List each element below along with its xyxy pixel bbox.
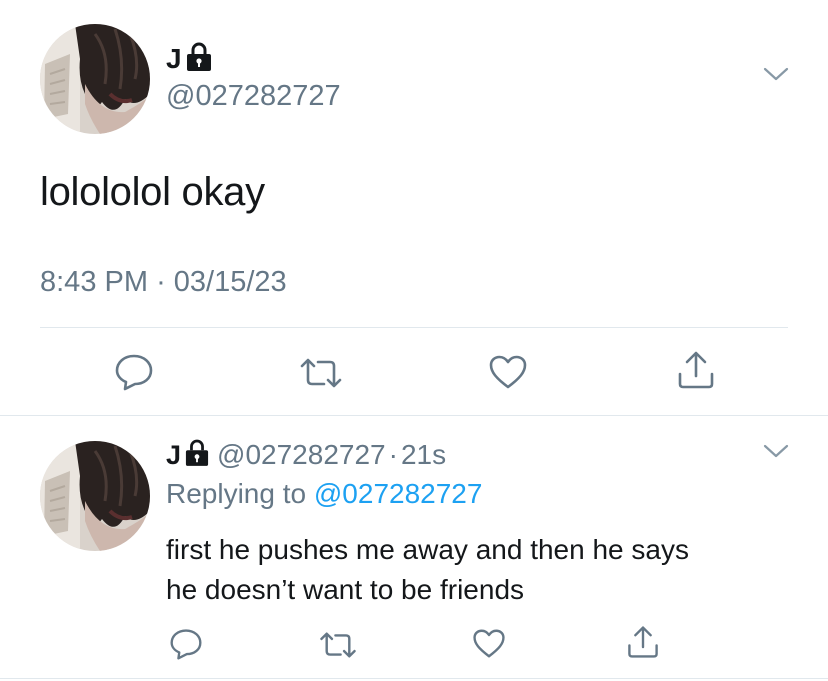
- meta-separator: ·: [388, 439, 398, 470]
- avatar[interactable]: [40, 24, 150, 134]
- divider: [40, 327, 788, 328]
- replying-to-label: Replying to: [166, 478, 307, 509]
- author-display-name[interactable]: J: [166, 440, 181, 471]
- main-tweet: J @027282727 lolololol okay 8:43 PM · 03…: [0, 0, 828, 415]
- reply-text: first he pushes me away and then he says…: [166, 530, 786, 610]
- tweet-text: lolololol okay: [40, 170, 265, 214]
- tweet-separator: [0, 415, 828, 416]
- retweet-icon[interactable]: [298, 356, 344, 390]
- lock-icon: [185, 439, 209, 472]
- divider: [0, 678, 828, 679]
- reply-header: J @027282727 · 21s: [166, 437, 446, 473]
- meta-separator: ·: [156, 266, 166, 298]
- author-handle[interactable]: @027282727: [217, 439, 386, 471]
- reply-icon[interactable]: [169, 628, 203, 660]
- chevron-down-icon[interactable]: [763, 443, 789, 459]
- reply-text-line: he doesn’t want to be friends: [166, 574, 525, 605]
- retweet-icon[interactable]: [318, 630, 358, 660]
- share-icon[interactable]: [676, 350, 716, 390]
- reply-time: 21s: [400, 439, 447, 470]
- replying-to-handle-link[interactable]: @027282727: [314, 478, 483, 509]
- author-display-name[interactable]: J: [166, 43, 182, 75]
- author-handle[interactable]: @027282727: [166, 80, 341, 113]
- tweet-timestamp: 8:43 PM · 03/15/23: [40, 266, 287, 299]
- reply-icon[interactable]: [114, 353, 154, 391]
- like-icon[interactable]: [472, 628, 506, 659]
- reply-text-line: first he pushes me away and then he says: [166, 534, 689, 565]
- chevron-down-icon[interactable]: [763, 66, 789, 82]
- tweet-thread-page: J @027282727 lolololol okay 8:43 PM · 03…: [0, 0, 828, 681]
- tweet-time: 8:43 PM: [40, 266, 148, 298]
- share-icon[interactable]: [626, 625, 660, 659]
- lock-icon: [186, 42, 212, 77]
- author-name-row: J: [166, 42, 212, 76]
- replying-to: Replying to @027282727: [166, 478, 482, 510]
- like-icon[interactable]: [488, 354, 528, 390]
- tweet-date: 03/15/23: [173, 266, 287, 298]
- avatar[interactable]: [40, 441, 150, 551]
